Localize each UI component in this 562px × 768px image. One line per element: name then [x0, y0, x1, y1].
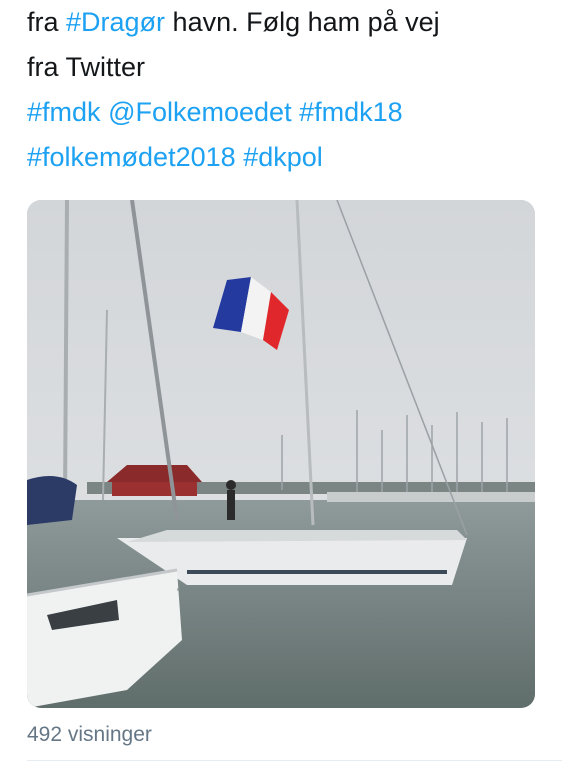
tweet-line-3: #fmdk @Folkemoedet #fmdk18 — [27, 90, 547, 135]
tweet-text-fragment: fra Twitter — [27, 52, 146, 82]
tweet-line-4: #folkemødet2018 #dkpol — [27, 135, 547, 180]
hashtag-link-folkemodet2018[interactable]: #folkemødet2018 — [27, 142, 236, 172]
video-thumbnail — [27, 200, 535, 708]
tweet-text-fragment: havn. Følg ham på vej — [165, 7, 440, 37]
divider — [27, 760, 562, 761]
tweet-text: fra #Dragør havn. Følg ham på vej fra Tw… — [27, 0, 547, 180]
tweet-line-1: fra #Dragør havn. Følg ham på vej — [27, 0, 547, 45]
tweet-line-2: fra Twitter — [27, 45, 547, 90]
hashtag-link-fmdk[interactable]: #fmdk — [27, 97, 101, 127]
mention-link-folkemoedet[interactable]: @Folkemoedet — [108, 97, 292, 127]
hashtag-link-dkpol[interactable]: #dkpol — [243, 142, 323, 172]
view-count: 492 visninger — [27, 723, 152, 746]
hashtag-link-fmdk18[interactable]: #fmdk18 — [299, 97, 403, 127]
hashtag-link-dragor[interactable]: #Dragør — [66, 7, 165, 37]
video-player[interactable] — [27, 200, 535, 708]
tweet-text-fragment: fra — [27, 7, 67, 37]
